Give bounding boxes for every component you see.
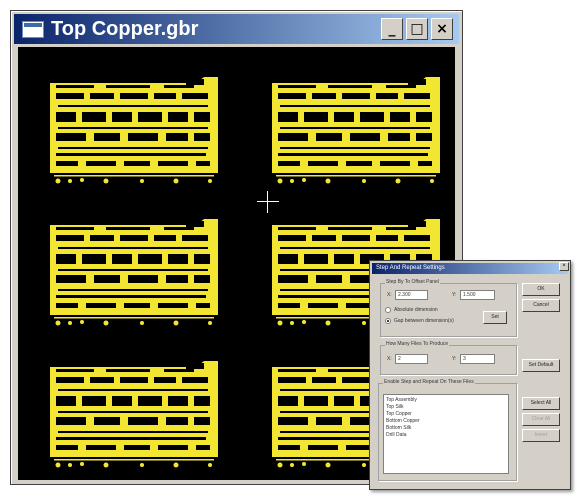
step-y-spinner[interactable] (494, 290, 500, 300)
file-list-item[interactable]: Bottom Copper (386, 418, 506, 425)
select-all-button[interactable]: Select All (522, 397, 560, 410)
file-list-item[interactable]: Top Silk (386, 404, 506, 411)
repeat-x-spinner[interactable] (427, 354, 433, 364)
close-button[interactable]: × (431, 18, 453, 40)
title-bar[interactable]: Top Copper.gbr _ □ × (14, 14, 459, 44)
minimize-button[interactable]: _ (381, 18, 403, 40)
set-button[interactable]: Set (483, 311, 507, 324)
radio-gap-label: Gap between dimension(s) (394, 318, 454, 324)
radio-absolute-dimension[interactable] (385, 307, 391, 313)
repeat-y-spinner[interactable] (494, 354, 500, 364)
file-list-item[interactable]: Drill Data (386, 432, 506, 439)
pcb-board-3 (50, 219, 218, 326)
files-listbox[interactable]: Top Assembly Top Silk Top Copper Bottom … (383, 394, 509, 474)
file-list-item[interactable]: Top Copper (386, 411, 506, 418)
pcb-board-1 (50, 77, 218, 184)
crosshair-cursor-icon (257, 191, 279, 213)
pcb-board-5 (50, 361, 218, 468)
files-group-label: Enable Step and Repeat On These Files (383, 379, 475, 385)
repeat-x-label: X: (387, 356, 392, 362)
dialog-title[interactable]: Step And Repeat Settings (372, 263, 568, 274)
invert-button[interactable]: Invert (522, 429, 560, 442)
dialog-close-button[interactable]: × (559, 262, 569, 271)
clear-all-button[interactable]: Clear All (522, 413, 560, 426)
step-y-label: Y: (452, 292, 457, 298)
pcb-board-2 (272, 77, 440, 184)
step-repeat-dialog: Step And Repeat Settings × Step By To Of… (369, 260, 571, 490)
set-default-button[interactable]: Set Default (522, 359, 560, 372)
document-icon (22, 21, 44, 38)
repeat-group-label: How Many Files To Produce (385, 341, 450, 347)
step-x-spinner[interactable] (427, 290, 433, 300)
cancel-button[interactable]: Cancel (522, 299, 560, 312)
window-title: Top Copper.gbr (51, 18, 199, 40)
file-list-item[interactable]: Bottom Silk (386, 425, 506, 432)
repeat-y-label: Y: (452, 356, 457, 362)
radio-gap-dimension[interactable] (385, 318, 391, 324)
radio-absolute-label: Absolute dimension (394, 307, 438, 313)
maximize-button[interactable]: □ (406, 18, 428, 40)
file-list-item[interactable]: Top Assembly (386, 397, 506, 404)
ok-button[interactable]: OK (522, 283, 560, 296)
step-x-label: X: (387, 292, 392, 298)
step-group-label: Step By To Offset Panel (385, 279, 440, 285)
